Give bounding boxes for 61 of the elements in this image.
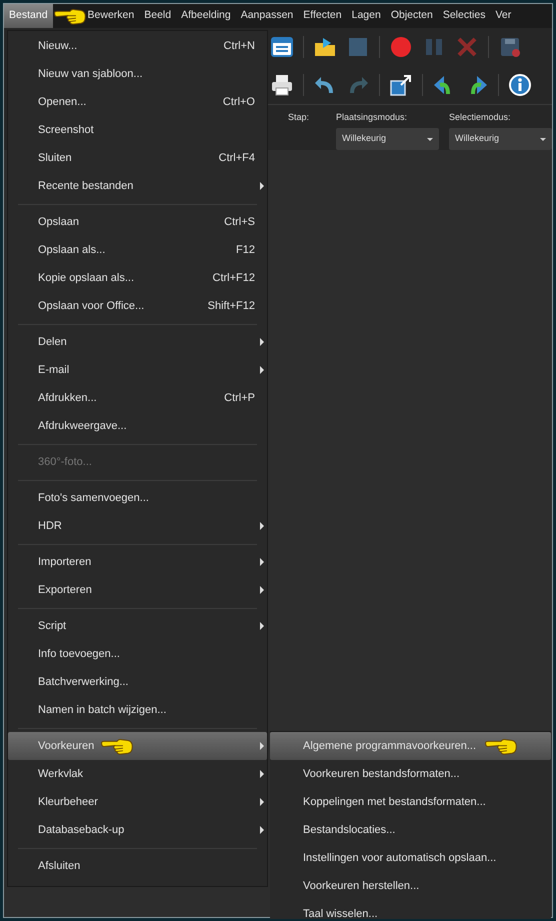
menu-bar-item[interactable]: Lagen bbox=[346, 4, 386, 28]
resize-icon[interactable] bbox=[389, 72, 413, 97]
menu-bar-item[interactable]: Bewerken bbox=[82, 4, 140, 28]
menu-item[interactable]: Opslaan voor Office... Shift+F12 bbox=[8, 292, 267, 320]
menu-item[interactable]: Namen in batch wijzigen... bbox=[8, 696, 267, 724]
caret-icon bbox=[427, 138, 433, 140]
menu-item[interactable]: Foto's samenvoegen... bbox=[8, 484, 267, 512]
menu-item[interactable]: Werkvlak bbox=[8, 760, 267, 788]
dropdown-value: Willekeurig bbox=[455, 132, 500, 146]
menu-item[interactable]: Afdrukweergave... bbox=[8, 412, 267, 440]
menu-item[interactable]: Info toevoegen... bbox=[8, 640, 267, 668]
menu-item[interactable]: Kopie opslaan als... Ctrl+F12 bbox=[8, 264, 267, 292]
menu-item[interactable]: Bestandslocaties... bbox=[270, 816, 551, 844]
menu-item[interactable]: Batchverwerking... bbox=[8, 668, 267, 696]
form-icon[interactable] bbox=[270, 34, 294, 59]
dropdown-value: Willekeurig bbox=[342, 132, 386, 146]
menu-item[interactable]: Exporteren bbox=[8, 576, 267, 604]
printer-icon[interactable] bbox=[270, 72, 294, 97]
menu-item[interactable]: Afdrukken... Ctrl+P bbox=[8, 384, 267, 412]
field-label: Plaatsingsmodus: bbox=[336, 110, 408, 124]
caret-icon bbox=[540, 138, 546, 140]
menu-bar-item[interactable]: Ver bbox=[490, 4, 516, 28]
field-label: Stap: bbox=[288, 110, 310, 124]
pointing-hand-icon bbox=[484, 736, 518, 756]
menu-item[interactable]: Instellingen voor automatisch opslaan... bbox=[270, 844, 551, 872]
menu-item[interactable]: Screenshot bbox=[8, 116, 267, 144]
menu-item[interactable]: Algemene programmavoorkeuren... bbox=[270, 732, 551, 760]
menu-item[interactable]: HDR bbox=[8, 512, 267, 540]
menu-item[interactable]: Databaseback-up bbox=[8, 816, 267, 844]
menu-item[interactable]: Voorkeuren herstellen... bbox=[270, 872, 551, 900]
menu-item[interactable]: Importeren bbox=[8, 548, 267, 576]
menu-item[interactable]: Koppelingen met bestandsformaten... bbox=[270, 788, 551, 816]
menu-item[interactable]: Taal wisselen... bbox=[270, 900, 551, 919]
menu-item[interactable]: Nieuw... Ctrl+N bbox=[8, 32, 267, 60]
info-icon[interactable] bbox=[508, 72, 532, 97]
menu-item[interactable]: E-mail bbox=[8, 356, 267, 384]
field-label: Selectiemodus: bbox=[449, 110, 512, 124]
menu-item[interactable]: Sluiten Ctrl+F4 bbox=[8, 144, 267, 172]
menu-bar-item[interactable]: Bestand bbox=[4, 4, 53, 28]
menu-bar-item[interactable]: Effecten bbox=[298, 4, 347, 28]
menu-bar-item[interactable]: Beeld bbox=[139, 4, 176, 28]
menu-bar-item[interactable]: Selecties bbox=[438, 4, 490, 28]
dropdown[interactable]: Willekeurig bbox=[336, 128, 439, 150]
menu-item[interactable]: Voorkeuren bbox=[8, 732, 267, 760]
pointing-hand-icon bbox=[100, 736, 134, 756]
menu-item[interactable]: Script bbox=[8, 612, 267, 640]
menu-item[interactable]: Voorkeuren bestandsformaten... bbox=[270, 760, 551, 788]
menu-item[interactable]: Nieuw van sjabloon... bbox=[8, 60, 267, 88]
menu-item[interactable]: Opslaan als... F12 bbox=[8, 236, 267, 264]
menu-bar-item[interactable]: Afbeelding bbox=[176, 4, 236, 28]
menu-item[interactable]: Openen... Ctrl+O bbox=[8, 88, 267, 116]
pointing-hand-icon bbox=[52, 6, 87, 26]
menu-bar-item[interactable]: Aanpassen bbox=[236, 4, 298, 28]
menu-item[interactable]: Delen bbox=[8, 328, 267, 356]
menu-item[interactable]: Opslaan Ctrl+S bbox=[8, 208, 267, 236]
record-icon[interactable] bbox=[389, 34, 413, 59]
menu-item[interactable]: Recente bestanden bbox=[8, 172, 267, 200]
menu-item[interactable]: Afsluiten bbox=[8, 852, 267, 880]
menu-item[interactable]: Kleurbeheer bbox=[8, 788, 267, 816]
dropdown[interactable]: Willekeurig bbox=[449, 128, 552, 150]
menu-bar-item[interactable]: Objecten bbox=[386, 4, 438, 28]
